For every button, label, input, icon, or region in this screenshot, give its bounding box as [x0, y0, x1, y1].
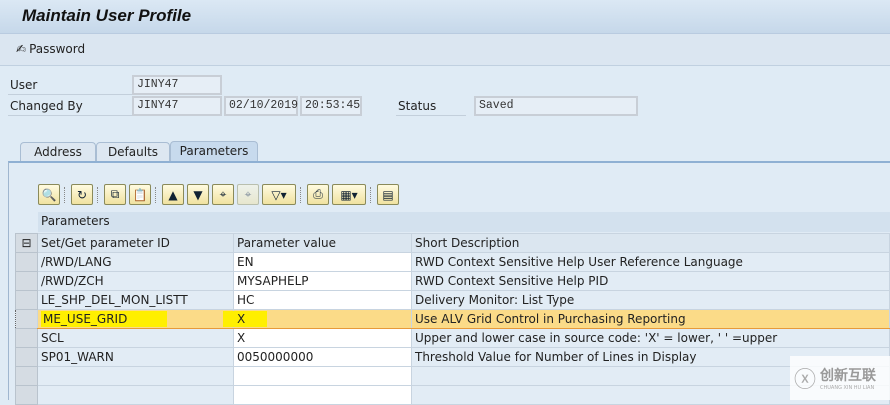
status-label: Status — [396, 97, 466, 116]
row-selector[interactable] — [15, 271, 38, 291]
highlighted-text: ME_USE_GRID — [41, 311, 168, 327]
row-selector[interactable] — [15, 328, 38, 348]
changed-date-field[interactable]: 02/10/2019 — [224, 96, 298, 116]
watermark-text: 创新互联 — [820, 368, 877, 384]
row-selector[interactable] — [15, 252, 38, 272]
row-selector[interactable] — [15, 290, 38, 310]
grid-toolbar: 🔍 ↻ ⧉ 📋 ▲ ▼ ⌖ ⌖ ▽▾ ⎙ ▦▾ ▤ — [38, 184, 399, 205]
cell-description: Use ALV Grid Control in Purchasing Repor… — [411, 309, 890, 329]
page-title: Maintain User Profile — [22, 6, 192, 25]
grid-header: ⊟ Set/Get parameter ID Parameter value S… — [15, 233, 890, 253]
table-row[interactable]: /RWD/LANG EN RWD Context Sensitive Help Us… — [15, 252, 890, 272]
changed-time-field[interactable]: 20:53:45 — [300, 96, 362, 116]
cell-description: Upper and lower case in source code: 'X'… — [411, 328, 890, 348]
layout-icon[interactable]: ▦▾ — [332, 184, 366, 205]
table-row[interactable]: /RWD/ZCH MYSAPHELP RWD Context Sensitive H… — [15, 271, 890, 291]
watermark-logo: ⓧ 创新互联 CHUANG XIN HU LIAN — [790, 356, 890, 400]
sort-ascending-icon[interactable]: ▲ — [162, 184, 184, 205]
cell-parameter-id[interactable] — [37, 385, 234, 405]
tab-address[interactable]: Address — [20, 142, 96, 162]
cell-parameter-id[interactable] — [37, 366, 234, 386]
grid-title: Parameters — [38, 212, 890, 232]
title-bar: Maintain User Profile — [0, 0, 890, 34]
status-field[interactable]: Saved — [474, 96, 638, 116]
cell-description: RWD Context Sensitive Help PID — [411, 271, 890, 291]
cell-parameter-value[interactable] — [233, 366, 412, 386]
copy-icon[interactable]: ⧉ — [104, 184, 126, 205]
cell-parameter-value[interactable]: X — [223, 309, 412, 329]
cell-description: RWD Context Sensitive Help User Referenc… — [411, 252, 890, 272]
column-header-parameter-value[interactable]: Parameter value — [233, 233, 412, 253]
cell-parameter-value[interactable]: X — [233, 328, 412, 348]
password-button[interactable]: ✍ Password — [16, 42, 85, 56]
cell-parameter-id[interactable]: LE_SHP_DEL_MON_LISTT — [37, 290, 234, 310]
column-header-short-description[interactable]: Short Description — [411, 233, 890, 253]
highlighted-text: X — [223, 311, 268, 327]
refresh-icon[interactable]: ↻ — [71, 184, 93, 205]
find-next-icon[interactable]: ⌖ — [237, 184, 259, 205]
parameters-grid: ⊟ Set/Get parameter ID Parameter value S… — [15, 233, 890, 405]
logo-icon: ⓧ — [794, 368, 817, 393]
password-icon: ✍ — [16, 42, 27, 56]
table-row[interactable]: SCL X Upper and lower case in source code:… — [15, 328, 890, 348]
row-selector[interactable] — [15, 347, 38, 367]
table-row-selected[interactable]: ME_USE_GRID X Use ALV Grid Control in Purc… — [15, 309, 890, 329]
export-icon[interactable]: ▤ — [377, 184, 399, 205]
cell-parameter-id[interactable]: /RWD/ZCH — [37, 271, 234, 291]
sort-descending-icon[interactable]: ▼ — [187, 184, 209, 205]
row-selector[interactable] — [15, 385, 38, 405]
table-row-empty[interactable] — [15, 366, 890, 386]
user-field[interactable]: JINY47 — [132, 75, 222, 95]
changed-by-field[interactable]: JINY47 — [132, 96, 222, 116]
filter-icon[interactable]: ▽▾ — [262, 184, 296, 205]
row-selector[interactable] — [15, 309, 38, 329]
cell-parameter-id[interactable]: ME_USE_GRID — [37, 309, 234, 329]
print-icon[interactable]: ⎙ — [307, 184, 329, 205]
row-selector[interactable] — [15, 366, 38, 386]
cell-parameter-id[interactable]: SP01_WARN — [37, 347, 234, 367]
cell-parameter-value[interactable]: MYSAPHELP — [233, 271, 412, 291]
find-icon[interactable]: ⌖ — [212, 184, 234, 205]
cell-parameter-value[interactable] — [233, 385, 412, 405]
table-row-empty[interactable] — [15, 385, 890, 405]
cell-parameter-id[interactable]: /RWD/LANG — [37, 252, 234, 272]
details-icon[interactable]: 🔍 — [38, 184, 60, 205]
cell-description: Delivery Monitor: List Type — [411, 290, 890, 310]
cell-parameter-value[interactable]: EN — [233, 252, 412, 272]
cell-parameter-value[interactable]: HC — [233, 290, 412, 310]
column-header-parameter-id[interactable]: Set/Get parameter ID — [37, 233, 234, 253]
application-toolbar: ✍ Password — [0, 34, 890, 66]
table-row[interactable]: LE_SHP_DEL_MON_LISTT HC Delivery Monitor: … — [15, 290, 890, 310]
watermark-subtext: CHUANG XIN HU LIAN — [820, 385, 875, 391]
paste-icon[interactable]: 📋 — [129, 184, 151, 205]
cell-parameter-value[interactable]: 0050000000 — [233, 347, 412, 367]
tab-parameters[interactable]: Parameters — [170, 141, 258, 162]
table-row[interactable]: SP01_WARN 0050000000 Threshold Value for N… — [15, 347, 890, 367]
tab-defaults[interactable]: Defaults — [96, 142, 170, 162]
cell-parameter-id[interactable]: SCL — [37, 328, 234, 348]
layout-select-icon[interactable]: ⊟ — [15, 233, 38, 253]
